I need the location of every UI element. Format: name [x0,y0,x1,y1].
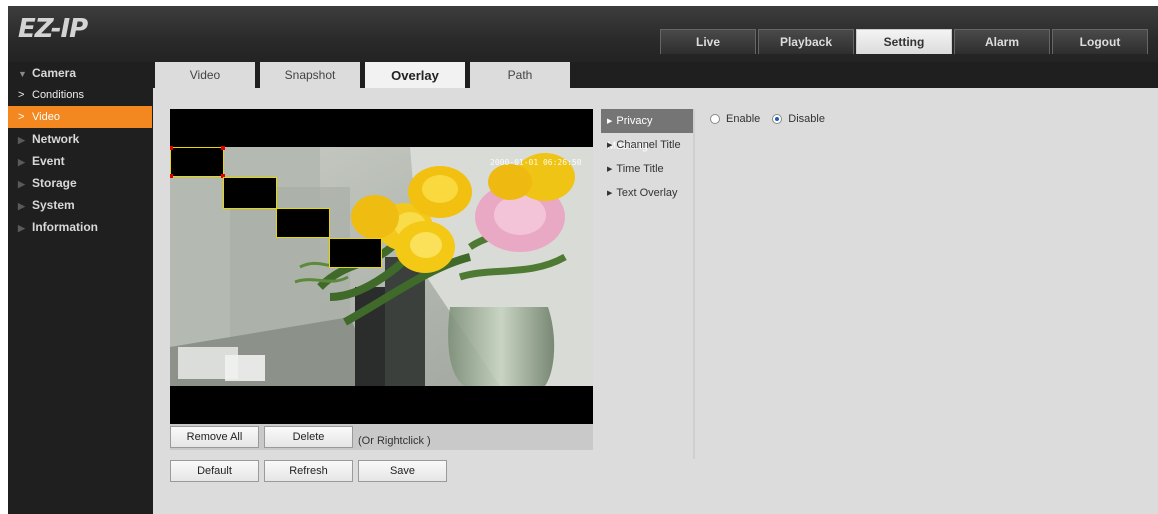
resize-handle[interactable] [170,146,173,150]
enable-label: Enable [726,113,761,125]
overlay-menu-privacy-masking[interactable]: ▶ Privacy Masking [601,109,693,152]
enable-radio[interactable] [710,114,720,124]
main-nav: Live Playback Setting Alarm Logout [660,29,1150,54]
save-button[interactable]: Save [358,460,447,482]
triangle-right-icon: ▶ [18,157,25,167]
sidebar-item-information[interactable]: ▶ Information [8,216,153,238]
triangle-right-icon: ▶ [607,118,613,125]
content-area: Video Snapshot Overlay Path 2000-01-01 0… [153,62,1158,514]
overlay-menu-label: Channel Title [616,139,681,151]
settings-tabs: Video Snapshot Overlay Path [153,62,1158,88]
default-button[interactable]: Default [170,460,259,482]
resize-handle[interactable] [221,146,225,150]
triangle-right-icon: ▶ [18,223,25,233]
nav-tab-setting[interactable]: Setting [856,29,952,54]
triangle-down-icon: ▼ [18,69,27,79]
app-window: EZ-IP Live Playback Setting Alarm Logout… [8,6,1158,514]
sidebar-item-label: Information [32,220,98,234]
sidebar-subitem-conditions[interactable]: > Conditions [8,84,153,106]
privacy-mask-region-3[interactable] [276,208,330,238]
sidebar: ▼ Camera > Conditions > Video ▶ Network ▶ Eve… [8,62,153,514]
brand-logo: EZ-IP [18,14,88,44]
sidebar-item-system[interactable]: ▶ System [8,194,153,216]
overlay-type-menu: ▶ Privacy Masking ▶ Channel Title ▶ Time Ti… [601,109,695,459]
disable-label: Disable [788,113,825,125]
sidebar-subitem-label: Video [32,111,60,123]
overlay-menu-channel-title[interactable]: ▶ Channel Title [601,133,693,157]
tab-path[interactable]: Path [470,62,570,88]
sidebar-item-event[interactable]: ▶ Event [8,150,153,172]
privacy-mask-region-4[interactable] [329,238,382,268]
privacy-masking-toggle: Enable Disable [710,113,837,125]
rightclick-hint: (Or Rightclick ) [358,435,431,447]
sidebar-item-label: Network [32,132,80,146]
tab-overlay[interactable]: Overlay [365,62,465,88]
triangle-right-icon: ▶ [607,190,613,197]
refresh-button[interactable]: Refresh [264,460,353,482]
nav-tab-live[interactable]: Live [660,29,756,54]
sidebar-item-label: Camera [32,66,77,80]
sidebar-item-label: Storage [32,176,77,190]
triangle-right-icon: ▶ [18,179,25,189]
overlay-menu-text-overlay[interactable]: ▶ Text Overlay [601,181,693,205]
chevron-right-icon: > [18,111,25,123]
overlay-menu-time-title[interactable]: ▶ Time Title [601,157,693,181]
nav-tab-logout[interactable]: Logout [1052,29,1148,54]
overlay-menu-label: Time Title [616,163,664,175]
sidebar-subitem-video[interactable]: > Video [8,106,152,128]
sidebar-item-label: Event [32,154,65,168]
sidebar-subitem-label: Conditions [32,89,84,101]
tab-snapshot[interactable]: Snapshot [260,62,360,88]
disable-radio[interactable] [772,114,783,124]
overlay-panel: 2000-01-01 06:26:50 Remove All Delete (O… [153,88,1158,514]
privacy-mask-region-1[interactable] [170,146,225,178]
header-bar: EZ-IP Live Playback Setting Alarm Logout [8,6,1158,62]
overlay-menu-label: Text Overlay [616,187,678,199]
remove-all-button[interactable]: Remove All [170,426,259,448]
privacy-mask-region-2[interactable] [223,177,277,209]
sidebar-item-storage[interactable]: ▶ Storage [8,172,153,194]
video-preview[interactable]: 2000-01-01 06:26:50 [170,109,593,424]
triangle-right-icon: ▶ [18,201,25,211]
triangle-right-icon: ▶ [607,166,613,173]
sidebar-item-camera[interactable]: ▼ Camera [8,62,153,84]
resize-handle[interactable] [170,174,173,178]
sidebar-item-network[interactable]: ▶ Network [8,128,153,150]
sidebar-item-label: System [32,198,75,212]
nav-tab-alarm[interactable]: Alarm [954,29,1050,54]
delete-button[interactable]: Delete [264,426,353,448]
chevron-right-icon: > [18,89,25,101]
nav-tab-playback[interactable]: Playback [758,29,854,54]
triangle-right-icon: ▶ [18,135,25,145]
tab-video[interactable]: Video [155,62,255,88]
triangle-right-icon: ▶ [607,142,613,149]
osd-timestamp: 2000-01-01 06:26:50 [490,158,582,167]
